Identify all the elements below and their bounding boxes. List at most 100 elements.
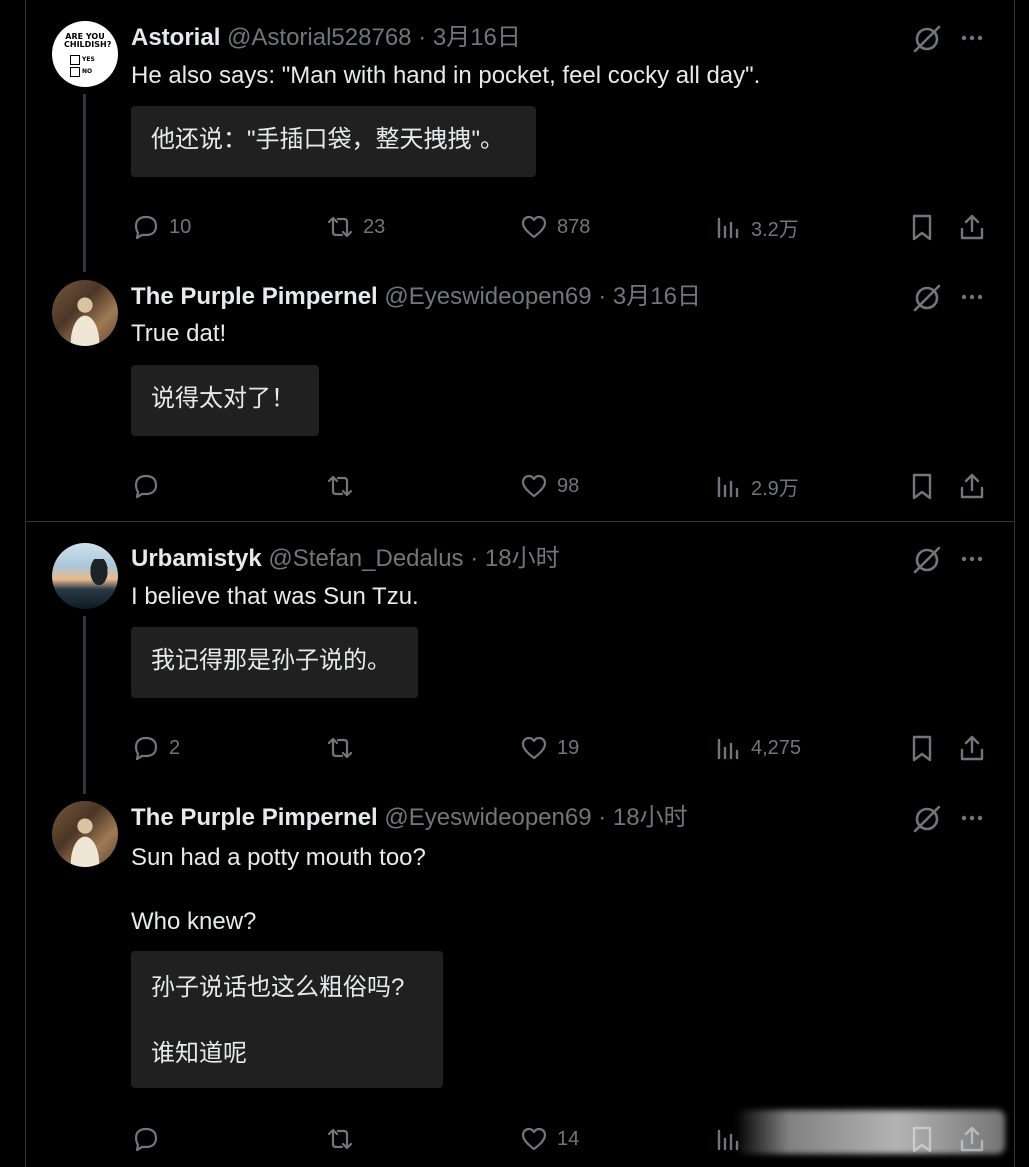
tweet-header: Urbamistyk @Stefan_Dedalus · 18小时 <box>131 545 560 573</box>
user-handle[interactable]: @Astorial528768 <box>227 24 411 51</box>
thread-connector <box>83 616 86 794</box>
like-button[interactable]: 19 <box>519 733 579 763</box>
retweet-icon <box>327 737 353 759</box>
translation-box: 说得太对了！ <box>131 365 319 436</box>
tweet-text: I believe that was Sun Tzu. <box>131 583 419 610</box>
retweet-button[interactable]: 23 <box>325 212 385 242</box>
translation-box: 他还说："手插口袋，整天拽拽"。 <box>131 106 536 177</box>
share-icon <box>960 735 984 761</box>
like-icon <box>521 215 547 239</box>
grok-icon[interactable] <box>912 804 942 834</box>
separator-dot: · <box>598 283 607 310</box>
timestamp[interactable]: 18小时 <box>613 804 688 831</box>
timestamp[interactable]: 3月16日 <box>613 283 701 310</box>
share-button[interactable] <box>957 471 987 501</box>
translation-box: 我记得那是孙子说的。 <box>131 627 418 698</box>
reply-button[interactable]: 2 <box>131 733 180 763</box>
avatar[interactable] <box>52 280 118 346</box>
reply-icon <box>134 736 158 761</box>
separator-dot: · <box>598 804 607 831</box>
tweet-header: The Purple Pimpernel @Eyeswideopen69 · 3… <box>131 283 701 311</box>
views-count: 3.2万 <box>751 218 799 241</box>
like-icon <box>521 474 547 498</box>
user-handle[interactable]: @Eyeswideopen69 <box>384 283 591 310</box>
share-button[interactable] <box>957 212 987 242</box>
views-count: 2.9万 <box>751 477 799 500</box>
retweet-icon <box>327 1128 353 1150</box>
avatar-text-line2: CHILDISH? <box>64 40 112 49</box>
reply-button[interactable] <box>131 1124 169 1154</box>
grok-icon[interactable] <box>912 545 942 575</box>
avatar[interactable] <box>52 801 118 867</box>
tweet-astorial[interactable]: ARE YOU CHILDISH? YES NO Astorial @Astori… <box>0 0 1029 272</box>
retweet-button[interactable] <box>325 471 363 501</box>
bookmark-icon <box>912 473 932 500</box>
reply-count: 2 <box>169 736 181 759</box>
tweet-text: He also says: "Man with hand in pocket, … <box>131 62 761 89</box>
reply-icon <box>134 474 158 499</box>
timestamp[interactable]: 18小时 <box>485 545 560 572</box>
views-button[interactable]: 4,275 <box>713 733 801 763</box>
avatar[interactable]: ARE YOU CHILDISH? YES NO <box>52 21 118 87</box>
checkbox-icon <box>70 55 80 65</box>
bookmark-button[interactable] <box>907 212 937 242</box>
reply-button[interactable] <box>131 471 169 501</box>
user-handle[interactable]: @Stefan_Dedalus <box>268 545 463 572</box>
share-icon <box>960 214 984 240</box>
like-button[interactable]: 878 <box>519 212 590 242</box>
watermark-overlay <box>735 1110 1005 1154</box>
thread-connector <box>83 94 86 272</box>
display-name[interactable]: Urbamistyk <box>131 545 262 572</box>
grok-icon[interactable] <box>912 24 942 54</box>
tweet-urbamistyk[interactable]: Urbamistyk @Stefan_Dedalus · 18小时 I beli… <box>0 522 1029 794</box>
retweet-count: 23 <box>363 215 386 238</box>
more-icon[interactable] <box>958 545 986 573</box>
like-count: 19 <box>557 736 580 759</box>
more-icon[interactable] <box>958 24 986 52</box>
like-count: 98 <box>557 474 580 497</box>
avatar-no-label: NO <box>82 68 93 75</box>
separator-dot: · <box>470 545 479 572</box>
views-icon <box>717 476 739 498</box>
timestamp[interactable]: 3月16日 <box>433 24 521 51</box>
retweet-button[interactable] <box>325 733 363 763</box>
grok-icon[interactable] <box>912 283 942 313</box>
reply-count: 10 <box>169 215 192 238</box>
like-icon <box>521 1127 547 1151</box>
avatar[interactable] <box>52 543 118 609</box>
more-icon[interactable] <box>958 283 986 311</box>
retweet-icon <box>327 216 353 238</box>
display-name[interactable]: Astorial <box>131 24 220 51</box>
reply-icon <box>134 1127 158 1152</box>
user-handle[interactable]: @Eyeswideopen69 <box>384 804 591 831</box>
display-name[interactable]: The Purple Pimpernel <box>131 283 378 310</box>
views-button[interactable]: 3.2万 <box>713 212 799 242</box>
more-icon[interactable] <box>958 804 986 832</box>
retweet-button[interactable] <box>325 1124 363 1154</box>
bookmark-button[interactable] <box>907 471 937 501</box>
avatar-yes-label: YES <box>82 56 95 63</box>
share-icon <box>960 473 984 499</box>
share-button[interactable] <box>957 733 987 763</box>
bookmark-icon <box>912 735 932 762</box>
like-count: 14 <box>557 1127 580 1150</box>
bookmark-button[interactable] <box>907 733 937 763</box>
like-button[interactable]: 98 <box>519 471 579 501</box>
views-count: 4,275 <box>751 736 802 759</box>
tweet-text: Sun had a potty mouth too? Who knew? <box>131 844 426 935</box>
translation-box: 孙子说话也这么粗俗吗? 谁知道呢 <box>131 951 443 1088</box>
tweet-header: The Purple Pimpernel @Eyeswideopen69 · 1… <box>131 804 688 832</box>
tweet-text: True dat! <box>131 320 227 347</box>
reply-button[interactable]: 10 <box>131 212 191 242</box>
retweet-icon <box>327 475 353 497</box>
separator-dot: · <box>418 24 427 51</box>
bookmark-icon <box>912 214 932 241</box>
reply-icon <box>134 215 158 240</box>
views-button[interactable]: 2.9万 <box>713 471 799 501</box>
views-icon <box>717 738 739 760</box>
like-count: 878 <box>557 215 591 238</box>
tweet-purple-pimpernel-1[interactable]: The Purple Pimpernel @Eyeswideopen69 · 3… <box>0 270 1029 520</box>
like-button[interactable]: 14 <box>519 1124 579 1154</box>
tweet-header: Astorial @Astorial528768 · 3月16日 <box>131 24 521 52</box>
display-name[interactable]: The Purple Pimpernel <box>131 804 378 831</box>
